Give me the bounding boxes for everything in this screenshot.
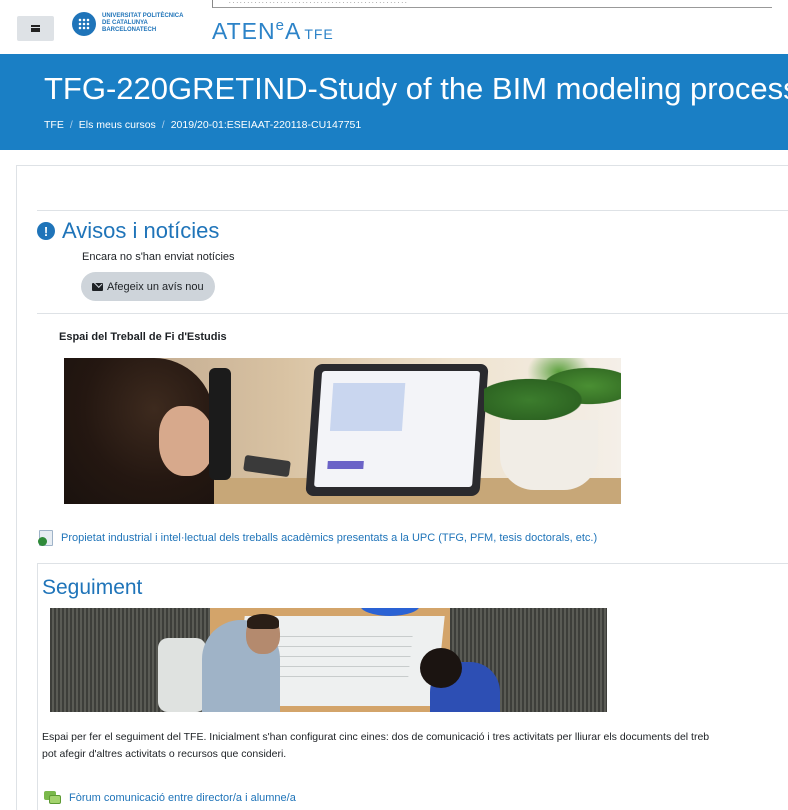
university-line-1: UNIVERSITAT POLITÈCNICA [102,13,184,19]
intellectual-property-link[interactable]: Propietat industrial i intel·lectual del… [38,530,598,546]
banner-image-meeting [50,608,607,712]
brand-sup: e [275,17,285,34]
top-navbar: ........................................… [0,0,788,54]
brand-main: ATEN [212,18,276,44]
forum-link-label: Fòrum comunicació entre director/a i alu… [69,791,296,804]
add-news-label: Afegeix un avís nou [107,280,204,293]
breadcrumb-item-my-courses[interactable]: Els meus cursos [79,119,156,131]
course-content: ! Avisos i notícies Encara no s'han envi… [16,165,788,810]
seguiment-description: Espai per fer el seguiment del TFE. Inic… [42,729,788,763]
seguiment-title[interactable]: Seguiment [42,576,142,600]
add-news-button[interactable]: Afegeix un avís nou [81,272,215,301]
brand-tail: A [284,18,302,44]
course-header: TFG-220GRETIND-Study of the BIM modeling… [0,54,788,150]
university-name[interactable]: UNIVERSITAT POLITÈCNICA DE CATALUNYA BAR… [102,13,202,34]
forum-link[interactable]: Fòrum comunicació entre director/a i alu… [44,791,296,804]
atenea-tfe-logo[interactable]: ATENeA TFE [212,17,334,45]
university-line-2: DE CATALUNYA [102,20,148,26]
seguiment-description-line-2: pot afegir d'altres activitats o recurso… [42,748,287,760]
exclamation-circle-icon: ! [37,222,55,240]
breadcrumb-separator: / [161,119,165,131]
page-title: TFG-220GRETIND-Study of the BIM modeling… [44,71,788,106]
document-globe-icon [38,530,53,546]
envelope-icon [92,282,103,291]
breadcrumb-item-tfe[interactable]: TFE [44,119,64,131]
banner-image-laptop [64,358,621,504]
espai-title: Espai del Treball de Fi d'Estudis [59,331,227,343]
section-divider [37,313,788,314]
page: ........................................… [0,0,788,810]
address-strip: ........................................… [212,0,772,8]
breadcrumb-item-course[interactable]: 2019/20-01:ESEIAAT-220118-CU147751 [171,119,362,131]
hamburger-icon [31,25,40,32]
upc-grid-icon[interactable] [72,12,96,36]
seguiment-description-line-1: Espai per fer el seguiment del TFE. Inic… [42,731,710,743]
university-line-3: BARCELONATECH [102,27,157,33]
breadcrumb: TFE / Els meus cursos / 2019/20-01:ESEIAAT-2… [44,119,361,131]
news-title-link[interactable]: Avisos i notícies [62,218,219,244]
forum-chat-icon [44,791,61,804]
news-empty-text: Encara no s'han enviat notícies [82,251,235,263]
brand-suffix: TFE [304,26,334,42]
menu-toggle-button[interactable] [17,16,54,41]
section-divider [37,210,788,211]
news-section-heading: ! Avisos i notícies [37,218,219,244]
intellectual-property-label: Propietat industrial i intel·lectual del… [61,532,598,544]
breadcrumb-separator: / [69,119,73,131]
